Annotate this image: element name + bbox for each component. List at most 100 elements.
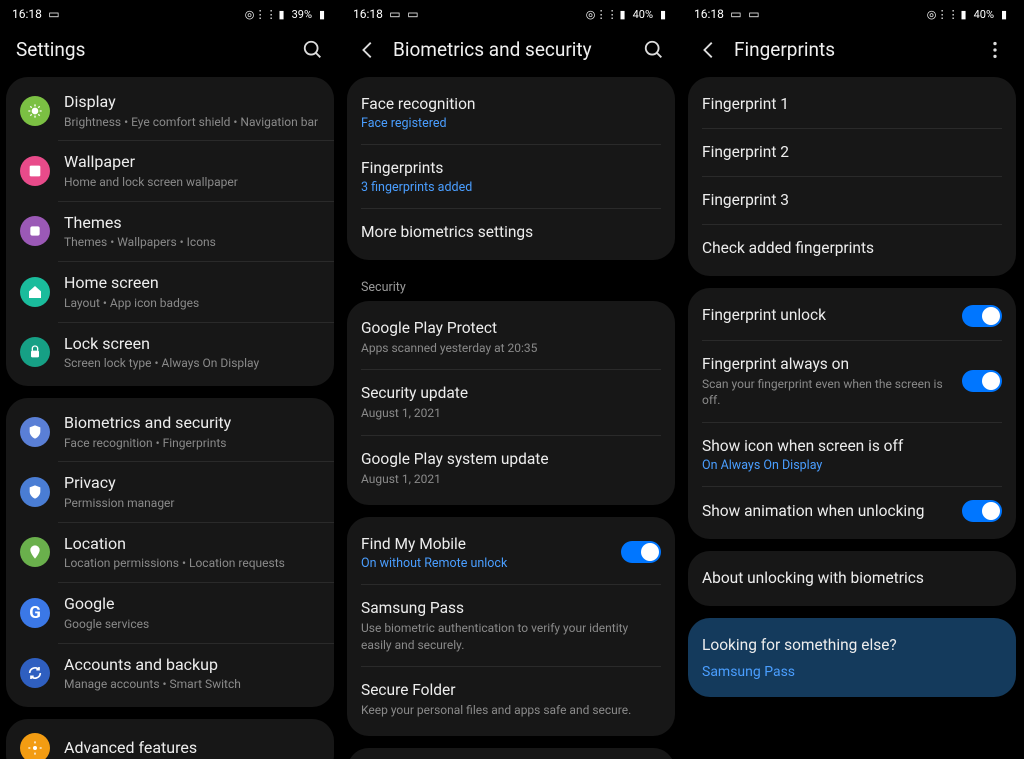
status-bar: 16:18 ▭ ▭ ◎ ⋮⋮ ▮ 40% ▮ — [341, 0, 681, 28]
row-sub: Apps scanned yesterday at 20:35 — [361, 340, 661, 357]
row-themes[interactable]: Themes Themes • Wallpapers • Icons — [6, 202, 334, 261]
search-icon[interactable] — [302, 39, 324, 61]
row-fingerprint-unlock[interactable]: Fingerprint unlock — [688, 292, 1016, 340]
row-private-share[interactable]: Private Share — [347, 752, 675, 759]
row-title: Privacy — [64, 472, 320, 494]
row-display[interactable]: Display Brightness • Eye comfort shield … — [6, 81, 334, 140]
card-biometrics: Face recognition Face registered Fingerp… — [347, 77, 675, 260]
row-lockscreen[interactable]: Lock screen Screen lock type • Always On… — [6, 323, 334, 382]
status-bar: 16:18 ▭ ◎ ⋮⋮ ▮ 39% ▮ — [0, 0, 340, 28]
row-samsung-pass[interactable]: Samsung Pass Use biometric authenticatio… — [347, 585, 675, 667]
back-icon[interactable] — [357, 39, 379, 61]
page-title: Fingerprints — [734, 38, 970, 61]
row-play-system-update[interactable]: Google Play system update August 1, 2021 — [347, 436, 675, 501]
header: Fingerprints — [682, 28, 1022, 77]
battery-icon: ▮ — [657, 8, 669, 20]
row-sub: August 1, 2021 — [361, 405, 661, 422]
sync-icon — [20, 658, 50, 688]
signal-icon: ▮ — [276, 8, 288, 20]
row-location[interactable]: Location Location permissions • Location… — [6, 523, 334, 582]
card-privateshare: Private Share — [347, 748, 675, 759]
row-biometrics[interactable]: Biometrics and security Face recognition… — [6, 402, 334, 461]
fingerprints-screen: 16:18 ▭ ▭ ◎ ⋮⋮ ▮ 40% ▮ Fingerprints Fing… — [682, 0, 1023, 759]
row-title: Google — [64, 593, 320, 615]
battery-icon: ▮ — [316, 8, 328, 20]
status-bar: 16:18 ▭ ▭ ◎ ⋮⋮ ▮ 40% ▮ — [682, 0, 1022, 28]
biometrics-screen: 16:18 ▭ ▭ ◎ ⋮⋮ ▮ 40% ▮ Biometrics and se… — [341, 0, 682, 759]
wifi-icon: ⋮⋮ — [601, 8, 613, 20]
row-about-biometrics[interactable]: About unlocking with biometrics — [688, 555, 1016, 602]
row-show-icon[interactable]: Show icon when screen is off On Always O… — [688, 423, 1016, 486]
row-advanced[interactable]: Advanced features — [6, 723, 334, 759]
row-title: Google Play Protect — [361, 318, 661, 339]
row-privacy[interactable]: Privacy Permission manager — [6, 462, 334, 521]
row-play-protect[interactable]: Google Play Protect Apps scanned yesterd… — [347, 305, 675, 370]
notification-icon: ▭ — [748, 8, 760, 20]
row-fingerprint-3[interactable]: Fingerprint 3 — [688, 177, 1016, 224]
toggle-fingerprint-always-on[interactable] — [962, 370, 1002, 392]
row-fingerprint-2[interactable]: Fingerprint 2 — [688, 129, 1016, 176]
row-accounts[interactable]: Accounts and backup Manage accounts • Sm… — [6, 644, 334, 703]
row-fingerprints[interactable]: Fingerprints 3 fingerprints added — [347, 145, 675, 208]
row-find-my-mobile[interactable]: Find My Mobile On without Remote unlock — [347, 521, 675, 584]
row-title: Accounts and backup — [64, 654, 320, 676]
row-title: Location — [64, 533, 320, 555]
row-face-recognition[interactable]: Face recognition Face registered — [347, 81, 675, 144]
row-sub: Layout • App icon badges — [64, 295, 320, 312]
display-icon — [20, 96, 50, 126]
link-samsung-pass[interactable]: Samsung Pass — [702, 664, 795, 680]
row-show-animation[interactable]: Show animation when unlocking — [688, 487, 1016, 535]
toggle-find-my-mobile[interactable] — [621, 541, 661, 563]
settings-list: Display Brightness • Eye comfort shield … — [0, 77, 340, 759]
row-fingerprint-always-on[interactable]: Fingerprint always on Scan your fingerpr… — [688, 341, 1016, 423]
row-sub: Google services — [64, 616, 320, 633]
row-sub: On without Remote unlock — [361, 556, 607, 571]
toggle-show-animation[interactable] — [962, 500, 1002, 522]
row-title: Samsung Pass — [361, 598, 661, 619]
card-findmobile: Find My Mobile On without Remote unlock … — [347, 517, 675, 736]
row-title: Themes — [64, 212, 320, 234]
row-title: More biometrics settings — [361, 222, 661, 243]
row-secure-folder[interactable]: Secure Folder Keep your personal files a… — [347, 667, 675, 732]
row-sub: Scan your fingerprint even when the scre… — [702, 376, 948, 410]
row-looking-else: Looking for something else? Samsung Pass — [688, 622, 1016, 693]
toggle-fingerprint-unlock[interactable] — [962, 305, 1002, 327]
row-title: Advanced features — [64, 737, 320, 759]
row-title: Fingerprint unlock — [702, 305, 948, 326]
row-title: Fingerprints — [361, 158, 661, 179]
row-title: Fingerprint 1 — [702, 94, 789, 115]
row-title: Security update — [361, 383, 661, 404]
row-sub: Home and lock screen wallpaper — [64, 174, 320, 191]
row-wallpaper[interactable]: Wallpaper Home and lock screen wallpaper — [6, 141, 334, 200]
row-fingerprint-1[interactable]: Fingerprint 1 — [688, 81, 1016, 128]
row-more-biometrics[interactable]: More biometrics settings — [347, 209, 675, 256]
advanced-icon — [20, 733, 50, 759]
notification-icon: ▭ — [730, 8, 742, 20]
wifi-icon: ⋮⋮ — [942, 8, 954, 20]
card-security: Google Play Protect Apps scanned yesterd… — [347, 301, 675, 505]
row-google[interactable]: G Google Google services — [6, 583, 334, 642]
row-sub: Location permissions • Location requests — [64, 555, 320, 572]
row-title: Secure Folder — [361, 680, 661, 701]
notification-icon: ▭ — [48, 8, 60, 20]
row-security-update[interactable]: Security update August 1, 2021 — [347, 370, 675, 435]
row-title: Check added fingerprints — [702, 238, 874, 259]
search-icon[interactable] — [643, 39, 665, 61]
signal-icon: ▮ — [958, 8, 970, 20]
row-sub: 3 fingerprints added — [361, 180, 661, 195]
privacy-icon — [20, 477, 50, 507]
card-looking: Looking for something else? Samsung Pass — [688, 618, 1016, 697]
row-title: Lock screen — [64, 333, 320, 355]
row-title: Fingerprint 2 — [702, 142, 789, 163]
row-title: Face recognition — [361, 94, 661, 115]
row-check-fingerprints[interactable]: Check added fingerprints — [688, 225, 1016, 272]
back-icon[interactable] — [698, 39, 720, 61]
row-title: Fingerprint always on — [702, 354, 948, 375]
row-homescreen[interactable]: Home screen Layout • App icon badges — [6, 262, 334, 321]
more-icon[interactable] — [984, 39, 1006, 61]
card-fp-options: Fingerprint unlock Fingerprint always on… — [688, 288, 1016, 539]
row-sub: Use biometric authentication to verify y… — [361, 620, 661, 654]
card-about: About unlocking with biometrics — [688, 551, 1016, 606]
header: Biometrics and security — [341, 28, 681, 77]
row-title: Find My Mobile — [361, 534, 607, 555]
